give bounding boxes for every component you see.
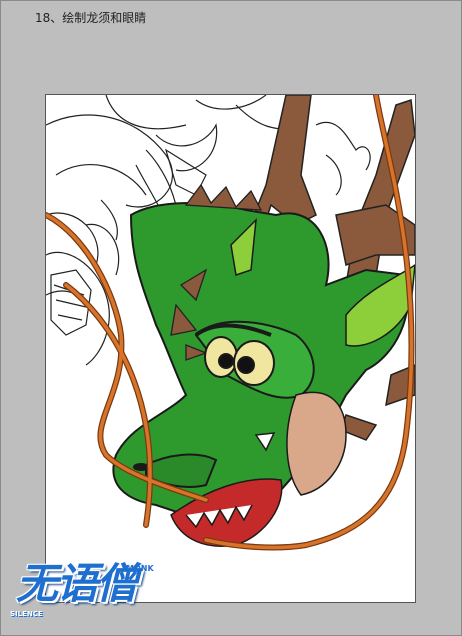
dragon-illustration: [46, 95, 415, 551]
watermark-main-text: 无语僧: [16, 559, 138, 608]
dragon-cheek: [286, 391, 347, 496]
watermark-logo: 无语僧 MONK SILENCE: [8, 558, 158, 628]
watermark-monk-text: MONK: [126, 564, 154, 573]
illustration-canvas: [45, 94, 416, 603]
step-title: 18、绘制龙须和眼睛: [35, 11, 147, 25]
dragon-nostril: [133, 463, 149, 471]
watermark-silence-text: SILENCE: [10, 610, 43, 618]
